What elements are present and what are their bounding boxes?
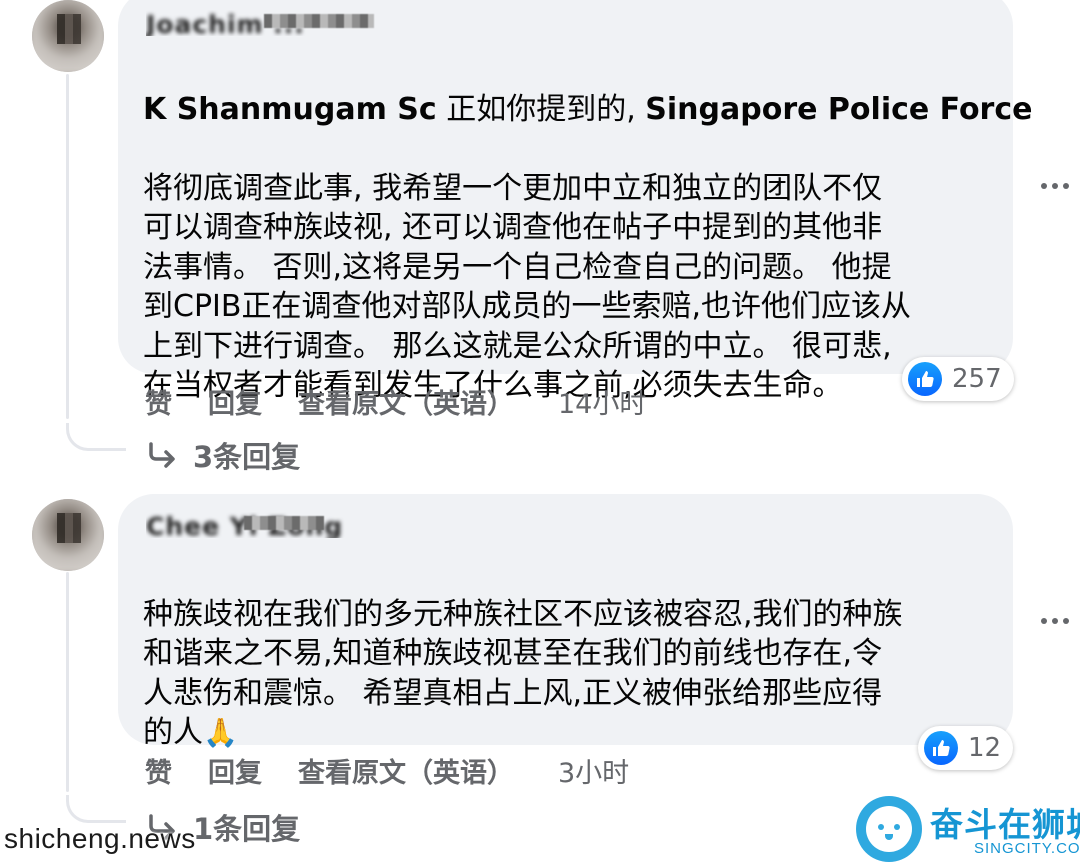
see-original-button[interactable]: 查看原文（英语）	[298, 382, 514, 421]
lion-logo-icon	[856, 796, 922, 862]
reaction-count: 257	[952, 364, 1002, 394]
view-replies-button[interactable]: 3条回复	[147, 434, 300, 476]
like-button[interactable]: 赞	[145, 382, 172, 421]
replies-count-label: 1条回复	[193, 812, 301, 846]
avatar[interactable]	[32, 499, 104, 571]
reply-arrow-icon	[147, 442, 179, 468]
more-options-icon[interactable]	[1041, 183, 1069, 189]
timestamp[interactable]: 3小时	[558, 751, 629, 790]
more-options-icon[interactable]	[1041, 618, 1069, 624]
comment-actions: 赞 回复 查看原文（英语） 3小时	[145, 751, 629, 790]
brand-subtitle: SINGCITY.COM	[974, 840, 1080, 857]
brand-title: 奋斗在狮城	[930, 805, 1080, 844]
thread-curve-2	[66, 795, 126, 823]
reaction-count: 12	[968, 733, 1002, 763]
replies-count-label: 3条回复	[193, 440, 301, 474]
author-name[interactable]: Chee Yi Zong	[146, 512, 346, 538]
brand-logo: 奋斗在狮城 SINGCITY.COM	[856, 796, 1080, 862]
thread-curve-1	[66, 423, 126, 451]
thread-line-1	[66, 74, 69, 419]
like-icon	[924, 731, 958, 765]
reply-button[interactable]: 回复	[208, 751, 262, 790]
reaction-summary[interactable]: 12	[918, 726, 1014, 770]
folded-hands-emoji: 🙏	[203, 716, 238, 749]
comment-bubble: Chee Yi Zong 种族歧视在我们的多元种族社区不应该被容忍,我们的种族 …	[118, 494, 1013, 750]
timestamp[interactable]: 14小时	[558, 382, 646, 421]
mention-link[interactable]: Singapore Police Force	[645, 92, 1032, 127]
comment-text: 种族歧视在我们的多元种族社区不应该被容忍,我们的种族 和谐来之不易,知道种族歧视…	[143, 596, 903, 751]
reaction-summary[interactable]: 257	[902, 357, 1014, 401]
like-button[interactable]: 赞	[145, 751, 172, 790]
comment-bubble: Joachim ... K Shanmugam Sc 正如你提到的, Singa…	[118, 0, 1032, 403]
see-original-button[interactable]: 查看原文（英语）	[298, 751, 514, 790]
author-name[interactable]: Joachim ...	[146, 10, 386, 36]
thread-line-2	[66, 572, 69, 792]
avatar[interactable]	[32, 0, 104, 72]
reply-button[interactable]: 回复	[208, 382, 262, 421]
watermark-text: shicheng.news	[4, 823, 196, 854]
comment-actions: 赞 回复 查看原文（英语） 14小时	[145, 382, 646, 421]
mention-link[interactable]: K Shanmugam Sc	[143, 92, 437, 127]
like-icon	[908, 362, 942, 396]
